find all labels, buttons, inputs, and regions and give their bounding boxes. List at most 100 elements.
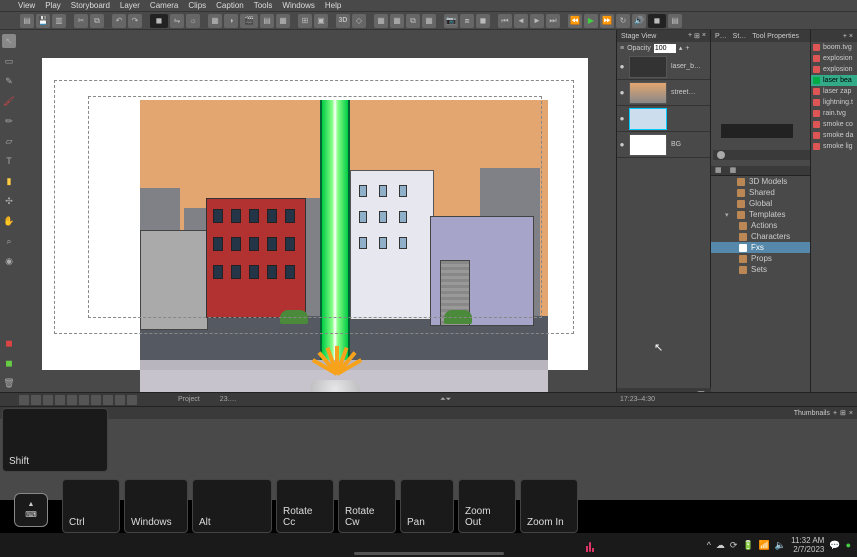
- tb-layout-icon[interactable]: ▤: [260, 14, 274, 28]
- tb-safe-icon[interactable]: ▣: [314, 14, 328, 28]
- tab-tool-properties[interactable]: Tool Properties: [752, 33, 799, 40]
- key-overlay-pan[interactable]: Pan: [400, 479, 454, 533]
- tb-clapper-icon[interactable]: 🎬: [240, 14, 258, 28]
- opacity-input[interactable]: [654, 44, 676, 53]
- tb-skip-fwd-icon[interactable]: ⏩: [600, 14, 614, 28]
- menu-storyboard[interactable]: Storyboard: [71, 1, 110, 10]
- layer-visibility-icon[interactable]: ●: [617, 114, 627, 123]
- home-indicator[interactable]: [354, 552, 504, 555]
- marker-icon[interactable]: ⏶⏷: [440, 396, 451, 404]
- menu-camera[interactable]: Camera: [150, 1, 178, 10]
- panel-split-icon[interactable]: ⊞: [840, 409, 846, 417]
- asset-item[interactable]: rain.tvg: [823, 110, 846, 117]
- menu-help[interactable]: Help: [325, 1, 341, 10]
- tray-volume-icon[interactable]: 🔈: [775, 540, 786, 551]
- shift-key-overlay[interactable]: Shift: [2, 408, 108, 472]
- tb-dup-panel-icon[interactable]: ⧉: [406, 14, 420, 28]
- tray-battery-icon[interactable]: 🔋: [742, 540, 753, 551]
- tray-notifications-icon[interactable]: 💬: [829, 540, 840, 551]
- view-mode-icon[interactable]: [31, 395, 41, 405]
- view-mode-icon[interactable]: [115, 395, 125, 405]
- tool-camera-icon[interactable]: ◉: [2, 254, 16, 268]
- tb-doc-icon[interactable]: ▥: [52, 14, 66, 28]
- swatch-primary-icon[interactable]: ◼: [2, 336, 16, 350]
- tb-snap-icon[interactable]: ⊞: [298, 14, 312, 28]
- tb-cut-icon[interactable]: ✂: [74, 14, 88, 28]
- asset-item[interactable]: boom.tvg: [823, 44, 852, 51]
- tool-eyedrop-icon[interactable]: ✣: [2, 194, 16, 208]
- layer-visibility-icon[interactable]: ●: [617, 88, 627, 97]
- tree-item[interactable]: Sets: [751, 265, 767, 274]
- opacity-up-icon[interactable]: ▴: [679, 44, 683, 52]
- tb-undo-icon[interactable]: ↶: [112, 14, 126, 28]
- tool-cutter-icon[interactable]: ✎: [2, 74, 16, 88]
- tray-expand-icon[interactable]: ^: [707, 540, 711, 550]
- asset-item[interactable]: explosion: [823, 55, 853, 62]
- tree-item[interactable]: Shared: [749, 188, 775, 197]
- menu-caption[interactable]: Caption: [216, 1, 244, 10]
- layer-name-1[interactable]: street…: [669, 89, 702, 96]
- tb-add-panel2-icon[interactable]: ▦: [390, 14, 404, 28]
- layer-visibility-icon[interactable]: ●: [617, 62, 627, 71]
- tb-del-panel-icon[interactable]: ▦: [422, 14, 436, 28]
- tb-onion-icon[interactable]: ◑: [224, 14, 238, 28]
- tb-color-swatch[interactable]: ◼: [150, 14, 168, 28]
- tb-add-panel-icon[interactable]: ▦: [374, 14, 388, 28]
- tb-camera-icon[interactable]: 📷: [444, 14, 458, 28]
- key-overlay-zoom-in[interactable]: Zoom In: [520, 479, 578, 533]
- tb-last-icon[interactable]: ⏭: [546, 14, 560, 28]
- view-mode-icon[interactable]: [55, 395, 65, 405]
- menu-tools[interactable]: Tools: [254, 1, 273, 10]
- panel-close-icon[interactable]: ×: [849, 410, 853, 417]
- tree-item[interactable]: Actions: [751, 221, 777, 230]
- tb-redo-icon[interactable]: ↷: [128, 14, 142, 28]
- tool-trash-icon[interactable]: 🗑: [2, 376, 16, 390]
- asset-item[interactable]: laser zap: [823, 88, 851, 95]
- tool-hand-icon[interactable]: ✋: [2, 214, 16, 228]
- menu-view[interactable]: View: [18, 1, 35, 10]
- tb-first-icon[interactable]: ⏮: [498, 14, 512, 28]
- menu-play[interactable]: Play: [45, 1, 61, 10]
- tree-collapse-icon[interactable]: ▾: [725, 211, 733, 219]
- asset-item-laser[interactable]: laser bea: [823, 77, 852, 84]
- tb-3d-toggle[interactable]: 3D: [336, 14, 350, 28]
- tray-wifi-icon[interactable]: 📶: [759, 540, 770, 551]
- tb-loop-icon[interactable]: ↻: [616, 14, 630, 28]
- tb-play-icon[interactable]: ▶: [584, 14, 598, 28]
- tb-stop-icon[interactable]: ◼: [476, 14, 490, 28]
- tb-new-icon[interactable]: ▤: [20, 14, 34, 28]
- virtual-keyboard-toggle[interactable]: ▲ ⌨: [14, 493, 48, 527]
- key-overlay-rotate-cc[interactable]: Rotate Cc: [276, 479, 334, 533]
- tb-grid-icon[interactable]: ▦: [208, 14, 222, 28]
- tree-item[interactable]: Templates: [749, 210, 785, 219]
- view-mode-icon[interactable]: [103, 395, 113, 405]
- tree-item[interactable]: 3D Models: [749, 177, 787, 186]
- layer-thumb-3[interactable]: [629, 134, 667, 156]
- swatch-secondary-icon[interactable]: ◼: [2, 356, 16, 370]
- tb-prev-icon[interactable]: ◄: [514, 14, 528, 28]
- layer-name-3[interactable]: BG: [669, 141, 702, 148]
- layer-name-0[interactable]: laser_b…: [669, 63, 702, 70]
- view-mode-icon[interactable]: [67, 395, 77, 405]
- tool-paint-icon[interactable]: ▮: [2, 174, 16, 188]
- key-overlay-alt[interactable]: Alt: [192, 479, 272, 533]
- panel-add-icon[interactable]: +: [688, 32, 692, 40]
- tool-transform-icon[interactable]: ▭: [2, 54, 16, 68]
- view-mode-icon[interactable]: [79, 395, 89, 405]
- tray-cloud-icon[interactable]: ☁: [716, 540, 725, 551]
- menu-icon[interactable]: ≡: [620, 45, 624, 52]
- panel-close-icon[interactable]: ×: [849, 33, 853, 40]
- asset-item[interactable]: smoke lig: [823, 143, 853, 150]
- canvas-area[interactable]: [18, 30, 616, 390]
- view-mode-icon[interactable]: [43, 395, 53, 405]
- tree-item-fxs[interactable]: Fxs: [751, 243, 764, 252]
- view-mode-icon[interactable]: [127, 395, 137, 405]
- panel-close-icon[interactable]: ×: [702, 32, 706, 40]
- panel-add-icon[interactable]: +: [833, 410, 837, 417]
- system-clock[interactable]: 11:32 AM 2/7/2023: [791, 536, 824, 554]
- layer-thumb-1[interactable]: [629, 82, 667, 104]
- tb-save-icon[interactable]: 💾: [36, 14, 50, 28]
- tool-eraser-icon[interactable]: ▱: [2, 134, 16, 148]
- audio-visualizer-icon[interactable]: [586, 538, 600, 552]
- tab-st[interactable]: St…: [733, 33, 747, 40]
